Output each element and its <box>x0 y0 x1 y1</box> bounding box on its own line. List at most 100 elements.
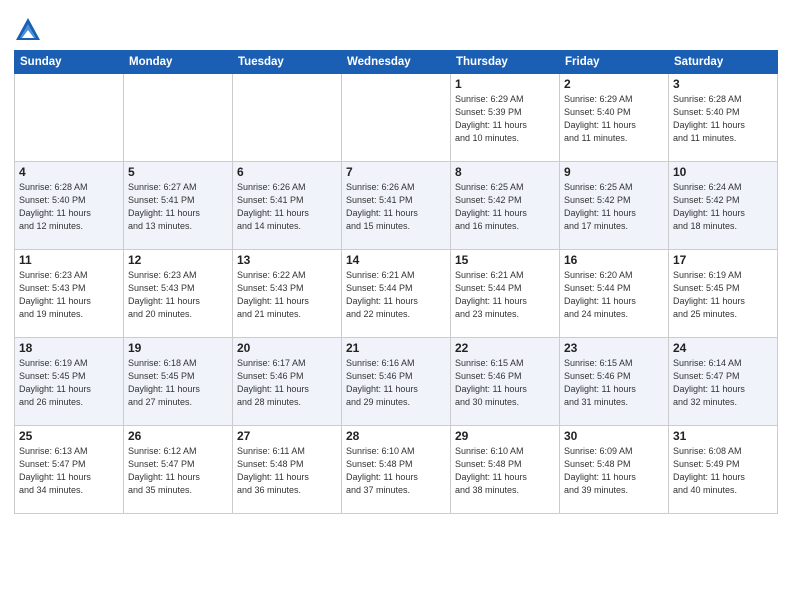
calendar-cell <box>342 74 451 162</box>
day-number: 13 <box>237 253 337 267</box>
day-number: 28 <box>346 429 446 443</box>
calendar-cell: 16 Sunrise: 6:20 AM Sunset: 5:44 PM Dayli… <box>560 250 669 338</box>
calendar-cell: 12Sunrise: 6:23 AM Sunset: 5:43 PM Dayli… <box>124 250 233 338</box>
calendar-cell: 27 Sunrise: 6:11 AM Sunset: 5:48 PM Dayli… <box>233 426 342 514</box>
cell-info: Sunrise: 6:11 AM Sunset: 5:48 PM Dayligh… <box>237 445 337 497</box>
weekday-header-sunday: Sunday <box>15 51 124 74</box>
weekday-header-monday: Monday <box>124 51 233 74</box>
day-number: 17 <box>673 253 773 267</box>
cell-info: Sunrise: 6:25 AM Sunset: 5:42 PM Dayligh… <box>455 181 555 233</box>
day-number: 2 <box>564 77 664 91</box>
calendar-cell: 7 Sunrise: 6:26 AM Sunset: 5:41 PM Daylig… <box>342 162 451 250</box>
weekday-header-wednesday: Wednesday <box>342 51 451 74</box>
calendar-cell: 17 Sunrise: 6:19 AM Sunset: 5:45 PM Dayli… <box>669 250 778 338</box>
day-number: 7 <box>346 165 446 179</box>
week-row-1: 4 Sunrise: 6:28 AM Sunset: 5:40 PM Daylig… <box>15 162 778 250</box>
calendar-cell: 29 Sunrise: 6:10 AM Sunset: 5:48 PM Dayli… <box>451 426 560 514</box>
cell-info: Sunrise: 6:20 AM Sunset: 5:44 PM Dayligh… <box>564 269 664 321</box>
cell-info: Sunrise: 6:09 AM Sunset: 5:48 PM Dayligh… <box>564 445 664 497</box>
calendar-cell: 14 Sunrise: 6:21 AM Sunset: 5:44 PM Dayli… <box>342 250 451 338</box>
calendar-cell: 20 Sunrise: 6:17 AM Sunset: 5:46 PM Dayli… <box>233 338 342 426</box>
weekday-header-row: SundayMondayTuesdayWednesdayThursdayFrid… <box>15 51 778 74</box>
weekday-header-friday: Friday <box>560 51 669 74</box>
day-number: 26 <box>128 429 228 443</box>
cell-info: Sunrise: 6:19 AM Sunset: 5:45 PM Dayligh… <box>673 269 773 321</box>
week-row-2: 11 Sunrise: 6:23 AM Sunset: 5:43 PM Dayli… <box>15 250 778 338</box>
day-number: 16 <box>564 253 664 267</box>
cell-info: Sunrise: 6:19 AM Sunset: 5:45 PM Dayligh… <box>19 357 119 409</box>
logo <box>14 16 46 44</box>
page: SundayMondayTuesdayWednesdayThursdayFrid… <box>0 0 792 524</box>
day-number: 9 <box>564 165 664 179</box>
cell-info: Sunrise: 6:16 AM Sunset: 5:46 PM Dayligh… <box>346 357 446 409</box>
day-number: 4 <box>19 165 119 179</box>
calendar-cell: 3 Sunrise: 6:28 AM Sunset: 5:40 PM Daylig… <box>669 74 778 162</box>
day-number: 22 <box>455 341 555 355</box>
cell-info: Sunrise: 6:22 AM Sunset: 5:43 PM Dayligh… <box>237 269 337 321</box>
day-number: 21 <box>346 341 446 355</box>
day-number: 14 <box>346 253 446 267</box>
day-number: 15 <box>455 253 555 267</box>
day-number: 1 <box>455 77 555 91</box>
calendar-table: SundayMondayTuesdayWednesdayThursdayFrid… <box>14 50 778 514</box>
week-row-3: 18 Sunrise: 6:19 AM Sunset: 5:45 PM Dayli… <box>15 338 778 426</box>
day-number: 11 <box>19 253 119 267</box>
calendar-cell: 8Sunrise: 6:25 AM Sunset: 5:42 PM Daylig… <box>451 162 560 250</box>
calendar-cell: 5 Sunrise: 6:27 AM Sunset: 5:41 PM Daylig… <box>124 162 233 250</box>
cell-info: Sunrise: 6:18 AM Sunset: 5:45 PM Dayligh… <box>128 357 228 409</box>
calendar-cell <box>124 74 233 162</box>
calendar-cell: 9Sunrise: 6:25 AM Sunset: 5:42 PM Daylig… <box>560 162 669 250</box>
day-number: 25 <box>19 429 119 443</box>
calendar-cell: 22 Sunrise: 6:15 AM Sunset: 5:46 PM Dayli… <box>451 338 560 426</box>
cell-info: Sunrise: 6:24 AM Sunset: 5:42 PM Dayligh… <box>673 181 773 233</box>
calendar-cell: 1 Sunrise: 6:29 AM Sunset: 5:39 PM Daylig… <box>451 74 560 162</box>
day-number: 12 <box>128 253 228 267</box>
calendar-cell: 30Sunrise: 6:09 AM Sunset: 5:48 PM Dayli… <box>560 426 669 514</box>
day-number: 27 <box>237 429 337 443</box>
week-row-0: 1 Sunrise: 6:29 AM Sunset: 5:39 PM Daylig… <box>15 74 778 162</box>
cell-info: Sunrise: 6:26 AM Sunset: 5:41 PM Dayligh… <box>346 181 446 233</box>
day-number: 23 <box>564 341 664 355</box>
calendar-cell: 18 Sunrise: 6:19 AM Sunset: 5:45 PM Dayli… <box>15 338 124 426</box>
week-row-4: 25 Sunrise: 6:13 AM Sunset: 5:47 PM Dayli… <box>15 426 778 514</box>
calendar-cell <box>233 74 342 162</box>
weekday-header-tuesday: Tuesday <box>233 51 342 74</box>
day-number: 29 <box>455 429 555 443</box>
weekday-header-thursday: Thursday <box>451 51 560 74</box>
day-number: 24 <box>673 341 773 355</box>
calendar-cell: 23 Sunrise: 6:15 AM Sunset: 5:46 PM Dayli… <box>560 338 669 426</box>
calendar-cell: 6Sunrise: 6:26 AM Sunset: 5:41 PM Daylig… <box>233 162 342 250</box>
cell-info: Sunrise: 6:15 AM Sunset: 5:46 PM Dayligh… <box>564 357 664 409</box>
cell-info: Sunrise: 6:14 AM Sunset: 5:47 PM Dayligh… <box>673 357 773 409</box>
cell-info: Sunrise: 6:23 AM Sunset: 5:43 PM Dayligh… <box>19 269 119 321</box>
cell-info: Sunrise: 6:21 AM Sunset: 5:44 PM Dayligh… <box>346 269 446 321</box>
calendar-cell: 26 Sunrise: 6:12 AM Sunset: 5:47 PM Dayli… <box>124 426 233 514</box>
day-number: 19 <box>128 341 228 355</box>
calendar-cell: 25 Sunrise: 6:13 AM Sunset: 5:47 PM Dayli… <box>15 426 124 514</box>
cell-info: Sunrise: 6:28 AM Sunset: 5:40 PM Dayligh… <box>673 93 773 145</box>
day-number: 3 <box>673 77 773 91</box>
cell-info: Sunrise: 6:15 AM Sunset: 5:46 PM Dayligh… <box>455 357 555 409</box>
cell-info: Sunrise: 6:17 AM Sunset: 5:46 PM Dayligh… <box>237 357 337 409</box>
cell-info: Sunrise: 6:27 AM Sunset: 5:41 PM Dayligh… <box>128 181 228 233</box>
calendar-cell: 28Sunrise: 6:10 AM Sunset: 5:48 PM Dayli… <box>342 426 451 514</box>
cell-info: Sunrise: 6:12 AM Sunset: 5:47 PM Dayligh… <box>128 445 228 497</box>
day-number: 6 <box>237 165 337 179</box>
logo-icon <box>14 16 42 44</box>
day-number: 20 <box>237 341 337 355</box>
day-number: 18 <box>19 341 119 355</box>
cell-info: Sunrise: 6:13 AM Sunset: 5:47 PM Dayligh… <box>19 445 119 497</box>
calendar-cell: 4 Sunrise: 6:28 AM Sunset: 5:40 PM Daylig… <box>15 162 124 250</box>
calendar-cell <box>15 74 124 162</box>
calendar-cell: 24 Sunrise: 6:14 AM Sunset: 5:47 PM Dayli… <box>669 338 778 426</box>
calendar-cell: 13 Sunrise: 6:22 AM Sunset: 5:43 PM Dayli… <box>233 250 342 338</box>
cell-info: Sunrise: 6:29 AM Sunset: 5:40 PM Dayligh… <box>564 93 664 145</box>
header <box>14 12 778 44</box>
calendar-cell: 31Sunrise: 6:08 AM Sunset: 5:49 PM Dayli… <box>669 426 778 514</box>
cell-info: Sunrise: 6:28 AM Sunset: 5:40 PM Dayligh… <box>19 181 119 233</box>
calendar-cell: 19 Sunrise: 6:18 AM Sunset: 5:45 PM Dayli… <box>124 338 233 426</box>
calendar-cell: 10Sunrise: 6:24 AM Sunset: 5:42 PM Dayli… <box>669 162 778 250</box>
cell-info: Sunrise: 6:29 AM Sunset: 5:39 PM Dayligh… <box>455 93 555 145</box>
day-number: 5 <box>128 165 228 179</box>
cell-info: Sunrise: 6:10 AM Sunset: 5:48 PM Dayligh… <box>455 445 555 497</box>
